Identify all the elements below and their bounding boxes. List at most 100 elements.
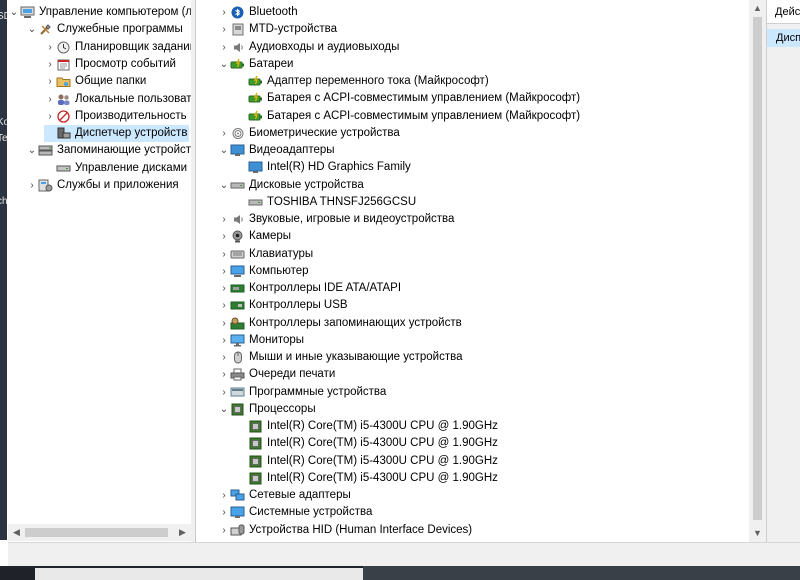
console-tree-item[interactable]: › Службы и приложения: [26, 177, 179, 194]
chevron-right-icon[interactable]: ›: [218, 297, 230, 314]
console-tree-item[interactable]: Диспетчер устройств: [44, 125, 190, 143]
chevron-right-icon[interactable]: ›: [218, 21, 230, 38]
chevron-right-icon[interactable]: ›: [218, 125, 230, 142]
actions-item-device-manager[interactable]: Дисп: [767, 29, 800, 47]
device-tree-item[interactable]: Intel(R) Core(TM) i5-4300U CPU @ 1.90GHz: [236, 453, 498, 470]
device-tree-item[interactable]: ⌄ Батареи: [218, 56, 294, 73]
device-tree-item[interactable]: › Мыши и иные указывающие устройства: [218, 349, 463, 366]
scroll-right-icon[interactable]: ▶: [174, 524, 191, 541]
tree-item-label: Мыши и иные указывающие устройства: [249, 351, 463, 363]
device-tree-item[interactable]: ⌄ Процессоры: [218, 401, 316, 418]
chevron-right-icon[interactable]: ›: [218, 280, 230, 297]
taskbar-window[interactable]: [35, 568, 363, 580]
vertical-scrollbar[interactable]: ▲ ▼: [749, 0, 766, 542]
scrollbar-thumb[interactable]: [753, 17, 762, 520]
console-tree-item[interactable]: ⌄ Управление компьютером (ло: [8, 4, 192, 21]
device-tree-item[interactable]: ⌄ Дисковые устройства: [218, 177, 364, 194]
chevron-right-icon[interactable]: ›: [44, 56, 56, 73]
device-tree-item[interactable]: › Системные устройства: [218, 504, 372, 521]
device-tree-item[interactable]: TOSHIBA THNSFJ256GCSU: [236, 194, 416, 211]
chevron-down-icon[interactable]: ⌄: [218, 177, 230, 194]
chevron-down-icon[interactable]: ⌄: [218, 401, 230, 418]
chevron-right-icon[interactable]: ›: [218, 39, 230, 56]
tree-item-label: Просмотр событий: [75, 57, 176, 70]
device-tree-item[interactable]: › Контроллеры запоминающих устройств: [218, 315, 462, 332]
taskbar-window[interactable]: [363, 566, 800, 580]
battery-icon: [248, 75, 263, 88]
scroll-left-icon[interactable]: ◀: [8, 524, 25, 541]
chevron-right-icon[interactable]: ›: [44, 108, 56, 125]
console-tree-item[interactable]: › Планировщик заданий: [44, 39, 191, 56]
device-tree-item[interactable]: Батарея с ACPI-совместимым управлением (…: [236, 90, 580, 107]
chevron-right-icon[interactable]: ›: [218, 522, 230, 539]
chevron-right-icon[interactable]: ›: [218, 504, 230, 521]
scrollbar-thumb[interactable]: [25, 528, 168, 537]
chevron-right-icon[interactable]: ›: [44, 73, 56, 90]
chevron-down-icon[interactable]: ⌄: [218, 56, 230, 73]
device-tree-item[interactable]: › Контроллеры USB: [218, 297, 347, 314]
tree-item-label: Биометрические устройства: [249, 126, 400, 139]
device-tree-item[interactable]: › Очереди печати: [218, 366, 335, 383]
console-tree-item[interactable]: Управление дисками: [44, 160, 187, 177]
chevron-right-icon[interactable]: ›: [44, 91, 56, 108]
device-tree-item[interactable]: › Контроллеры IDE ATA/ATAPI: [218, 280, 401, 297]
services-applications-icon: [38, 179, 53, 192]
chevron-right-icon[interactable]: ›: [218, 315, 230, 332]
tree-item-label: TOSHIBA THNSFJ256GCSU: [267, 195, 417, 208]
tree-item-label: Управление компьютером (ло: [39, 6, 192, 18]
chevron-right-icon[interactable]: ›: [26, 177, 38, 194]
device-manager-icon: [56, 127, 71, 140]
computer-management-icon: [20, 6, 35, 19]
console-tree-item[interactable]: › Просмотр событий: [44, 56, 176, 73]
device-tree-item[interactable]: Батарея с ACPI-совместимым управлением (…: [236, 108, 580, 125]
tree-item-label: Контроллеры IDE ATA/ATAPI: [249, 282, 402, 294]
device-tree-item[interactable]: ⌄ Видеоадаптеры: [218, 142, 335, 159]
device-tree-item[interactable]: › Клавиатуры: [218, 246, 313, 263]
chevron-right-icon[interactable]: ›: [218, 263, 230, 280]
taskbar: [0, 566, 800, 580]
processor-icon: [230, 403, 245, 416]
device-tree-item[interactable]: › Сетевые адаптеры: [218, 487, 350, 504]
device-tree-item[interactable]: › Аудиовходы и аудиовыходы: [218, 39, 399, 56]
device-tree-item[interactable]: › Устройства HID (Human Interface Devices…: [218, 522, 472, 539]
console-tree-item[interactable]: ⌄ Служебные программы: [26, 21, 183, 38]
device-tree-item[interactable]: Intel(R) Core(TM) i5-4300U CPU @ 1.90GHz: [236, 470, 498, 487]
scroll-up-icon[interactable]: ▲: [749, 0, 766, 17]
storage-icon: [38, 144, 53, 157]
device-tree-item[interactable]: › Биометрические устройства: [218, 125, 400, 142]
chevron-right-icon[interactable]: ›: [218, 246, 230, 263]
tree-item-label: Дисковые устройства: [249, 178, 364, 191]
chevron-down-icon[interactable]: ⌄: [218, 142, 230, 159]
device-tree-item[interactable]: Адаптер переменного тока (Майкрософт): [236, 73, 489, 90]
chevron-right-icon[interactable]: ›: [218, 228, 230, 245]
console-tree-item[interactable]: ⌄ Запоминающие устройств: [26, 142, 191, 159]
chevron-right-icon[interactable]: ›: [218, 366, 230, 383]
device-tree-item[interactable]: Intel(R) Core(TM) i5-4300U CPU @ 1.90GHz: [236, 418, 498, 435]
device-tree-item[interactable]: › Bluetooth: [218, 4, 298, 21]
device-tree-item[interactable]: › Программные устройства: [218, 384, 386, 401]
battery-icon: [230, 58, 245, 71]
chevron-right-icon[interactable]: ›: [218, 384, 230, 401]
device-tree-item[interactable]: › Компьютер: [218, 263, 309, 280]
chevron-right-icon[interactable]: ›: [44, 39, 56, 56]
horizontal-scrollbar[interactable]: ◀ ▶: [8, 524, 191, 541]
disk-drive-icon: [248, 196, 263, 209]
device-tree-item[interactable]: › Звуковые, игровые и видеоустройства: [218, 211, 454, 228]
chevron-down-icon[interactable]: ⌄: [26, 21, 38, 38]
scroll-down-icon[interactable]: ▼: [749, 525, 766, 542]
device-tree-item[interactable]: › Мониторы: [218, 332, 304, 349]
device-tree-item[interactable]: Intel(R) Core(TM) i5-4300U CPU @ 1.90GHz: [236, 435, 498, 452]
device-tree-item[interactable]: Intel(R) HD Graphics Family: [236, 159, 411, 176]
device-tree-item[interactable]: › MTD-устройства: [218, 21, 337, 38]
chevron-right-icon[interactable]: ›: [218, 332, 230, 349]
console-tree-item[interactable]: › Общие папки: [44, 73, 146, 90]
chevron-right-icon[interactable]: ›: [218, 211, 230, 228]
chevron-right-icon[interactable]: ›: [218, 349, 230, 366]
console-tree-item[interactable]: › Локальные пользовате: [44, 91, 191, 108]
console-tree-item[interactable]: › Производительность: [44, 108, 187, 125]
chevron-down-icon[interactable]: ⌄: [26, 142, 38, 159]
device-tree-item[interactable]: › Камеры: [218, 228, 291, 245]
chevron-down-icon[interactable]: ⌄: [8, 4, 20, 21]
chevron-right-icon[interactable]: ›: [218, 4, 230, 21]
chevron-right-icon[interactable]: ›: [218, 487, 230, 504]
